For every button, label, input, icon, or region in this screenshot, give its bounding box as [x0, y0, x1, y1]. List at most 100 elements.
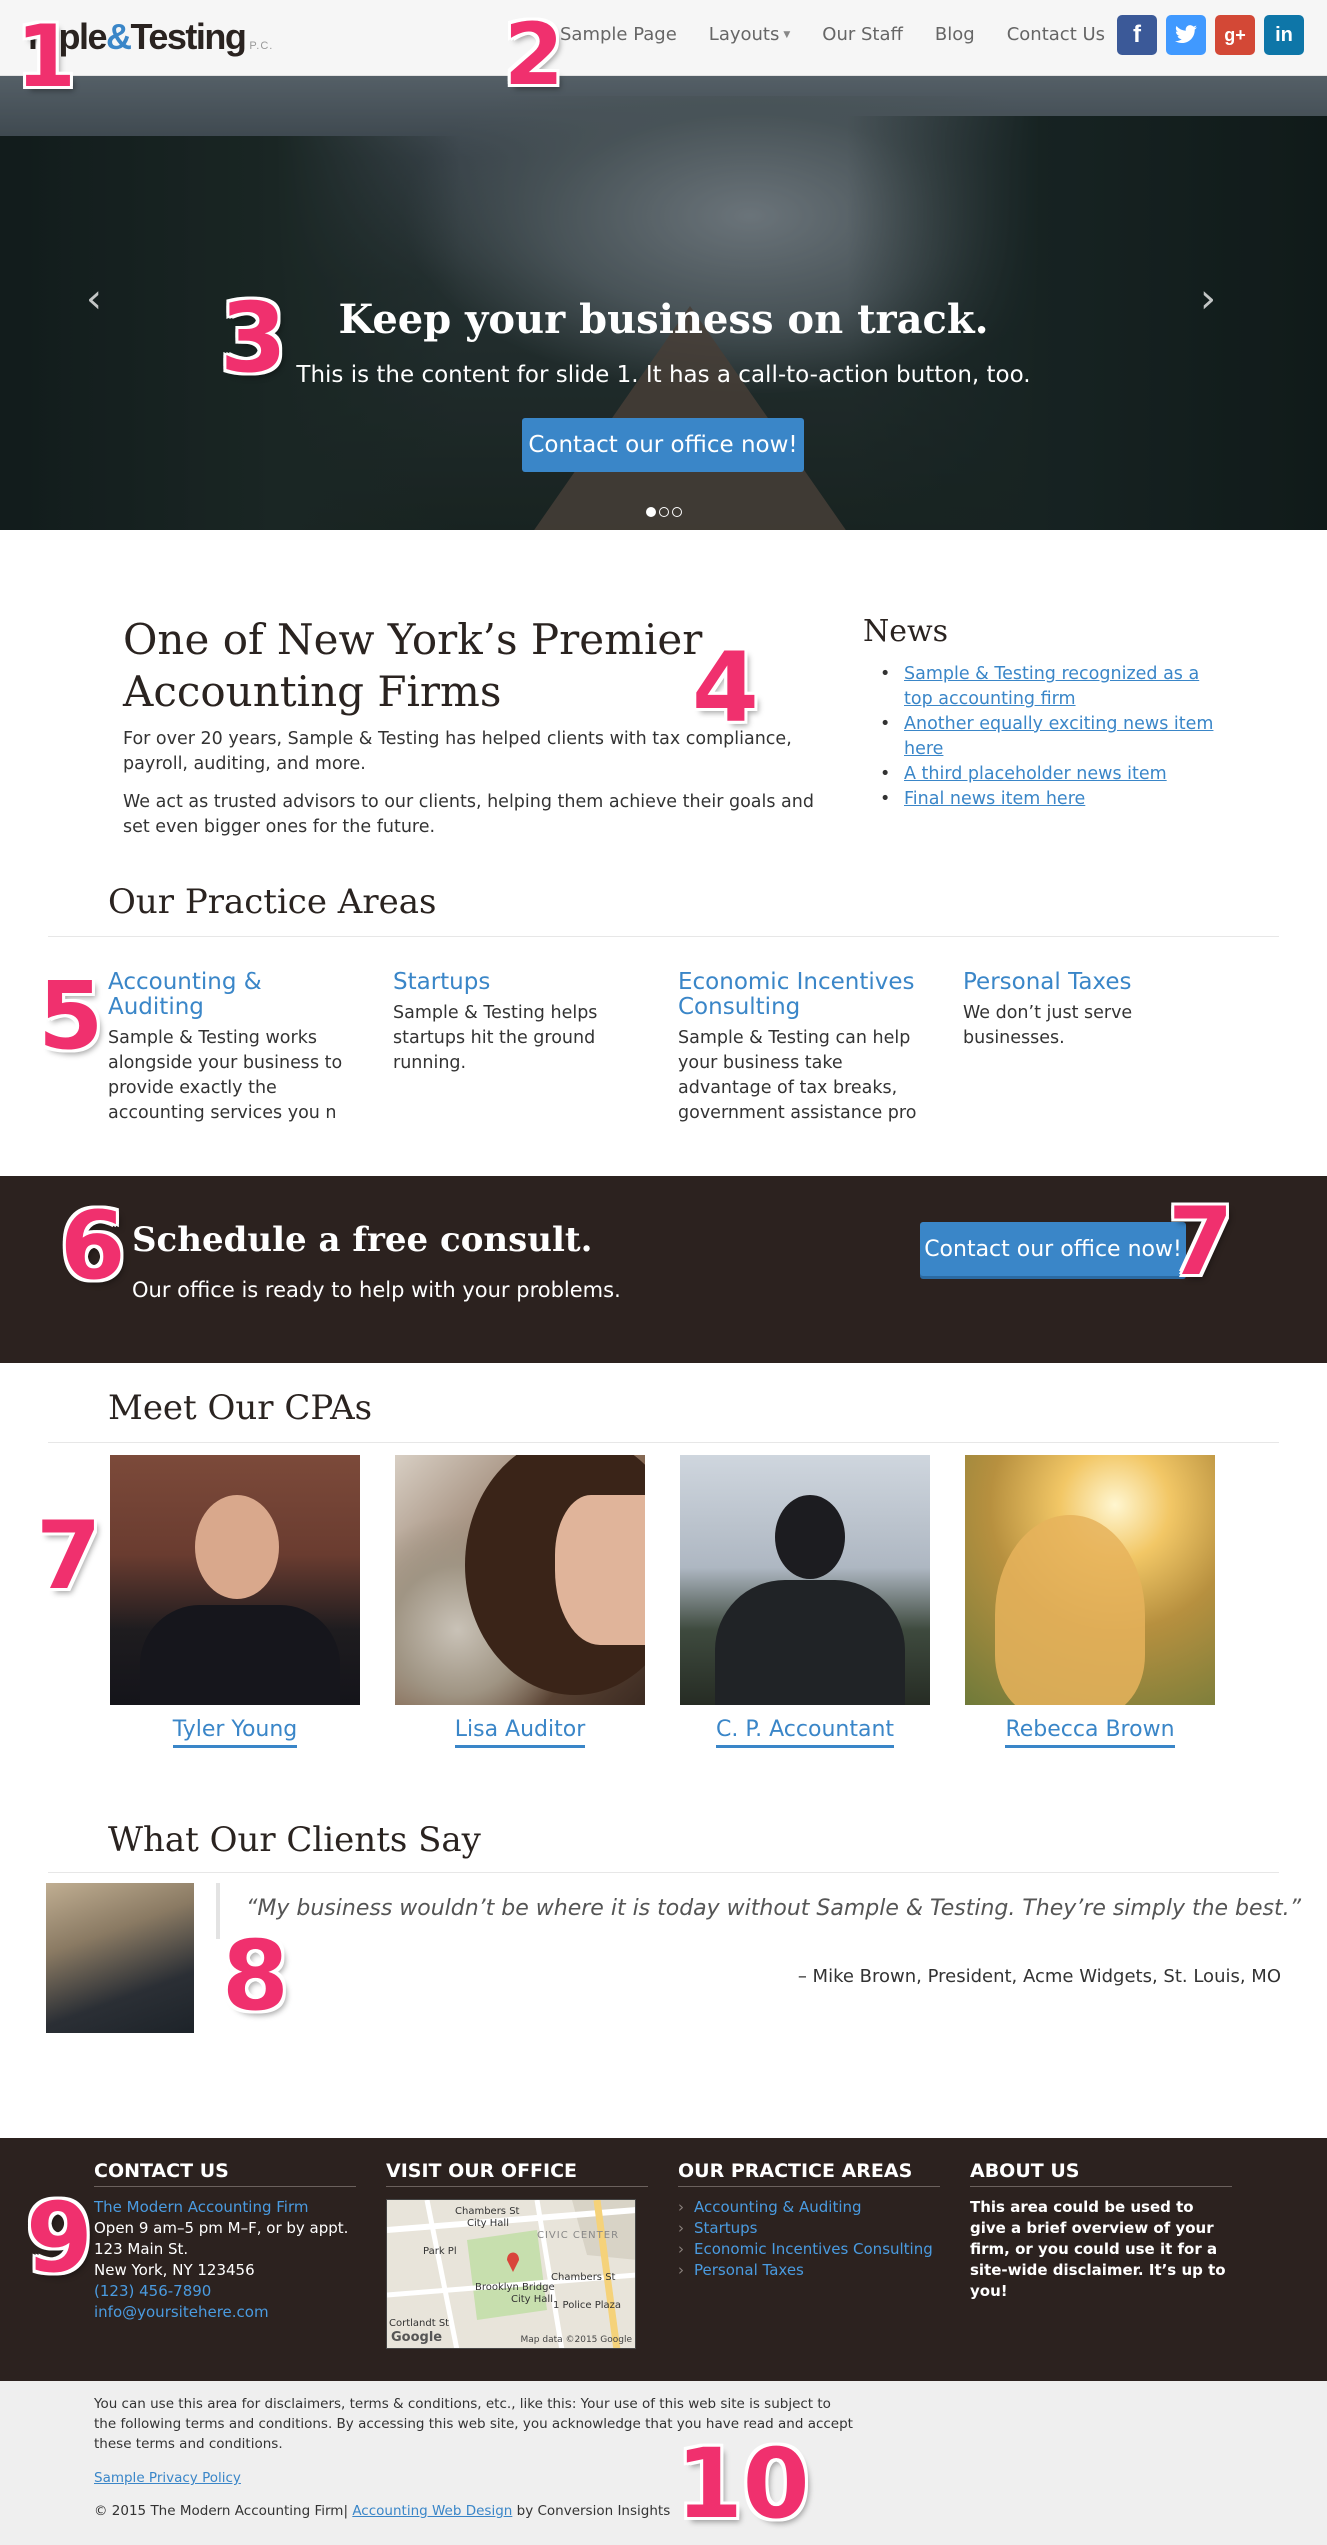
slide-title: Keep your business on track. — [338, 296, 989, 343]
cpa-photo[interactable] — [110, 1455, 360, 1705]
annotation-badge: 3 — [220, 282, 287, 394]
facebook-icon[interactable]: f — [1117, 15, 1157, 55]
map-label: Chambers St — [551, 2272, 616, 2283]
carousel-dot[interactable] — [659, 507, 669, 517]
cpa-name: Lisa Auditor — [454, 1717, 586, 1748]
map-label: CIVIC CENTER — [537, 2230, 620, 2241]
firm-name-link[interactable]: The Modern Accounting Firm — [94, 2197, 356, 2218]
cpa-photo[interactable] — [395, 1455, 645, 1705]
practice-area-title[interactable]: Economic Incentives Consulting — [678, 970, 928, 1020]
map-label: City Hall — [511, 2294, 553, 2305]
practice-areas-title: Our Practice Areas — [108, 882, 437, 922]
cpa-card: Tyler Young — [110, 1455, 360, 1748]
footer-about-text: This area could be used to give a brief … — [970, 2198, 1226, 2300]
cpa-name-link[interactable]: Lisa Auditor — [395, 1717, 645, 1748]
divider — [48, 1442, 1279, 1443]
footer-practice-title: OUR PRACTICE AREAS — [678, 2160, 940, 2187]
footer-practice: OUR PRACTICE AREAS Accounting & Auditing… — [678, 2160, 940, 2281]
google-plus-icon[interactable]: g+ — [1215, 15, 1255, 55]
annotation-badge: 5 — [38, 962, 104, 1071]
cpa-name-link[interactable]: Tyler Young — [110, 1717, 360, 1748]
logo-suffix: P.C. — [249, 40, 274, 52]
nav-blog[interactable]: Blog — [935, 24, 975, 45]
news-link[interactable]: Final news item here — [904, 789, 1085, 809]
city-address: New York, NY 123456 — [94, 2261, 255, 2279]
photo-body — [140, 1605, 340, 1705]
consult-band: Schedule a free consult. Our office is r… — [0, 1176, 1327, 1363]
nav-layouts-dropdown[interactable]: Layouts ▼ — [709, 24, 791, 45]
footer-practice-link[interactable]: Personal Taxes — [678, 2260, 940, 2281]
footer-practice-link[interactable]: Startups — [678, 2218, 940, 2239]
testimonial-quote: “My business wouldn’t be where it is tod… — [246, 1896, 1302, 1921]
annotation-badge: 7 — [1168, 1188, 1234, 1297]
annotation-badge: 2 — [504, 5, 564, 105]
street-address: 123 Main St. — [94, 2240, 189, 2258]
practice-area-title[interactable]: Accounting & Auditing — [108, 970, 362, 1020]
news-title: News — [863, 614, 949, 649]
testimonials-title: What Our Clients Say — [108, 1820, 481, 1860]
footer-practice-link[interactable]: Accounting & Auditing — [678, 2197, 940, 2218]
carousel-dot[interactable] — [672, 507, 682, 517]
practice-area-card: Startups Sample & Testing helps startups… — [393, 970, 643, 1076]
footer-practice-link[interactable]: Economic Incentives Consulting — [678, 2239, 940, 2260]
linkedin-icon[interactable]: in — [1264, 15, 1304, 55]
photo-body — [715, 1580, 905, 1705]
practice-area-title[interactable]: Startups — [393, 970, 643, 995]
privacy-policy-link[interactable]: Sample Privacy Policy — [94, 2470, 241, 2486]
web-design-link[interactable]: Accounting Web Design — [352, 2503, 512, 2519]
map-label: Brooklyn Bridge — [475, 2282, 555, 2293]
email-link[interactable]: info@yoursitehere.com — [94, 2302, 356, 2323]
intro-title: One of New York’s Premier Accounting Fir… — [123, 615, 703, 716]
annotation-badge: 9 — [26, 2182, 93, 2294]
slide-cta-button[interactable]: Contact our office now! — [522, 418, 804, 472]
copyright-text: © 2015 The Modern Accounting Firm| — [94, 2503, 349, 2519]
copyright-credit: by Conversion Insights — [516, 2503, 671, 2519]
annotation-badge: 8 — [222, 1920, 289, 2032]
news-item: Sample & Testing recognized as a top acc… — [878, 662, 1218, 712]
practice-area-text: Sample & Testing can help your business … — [678, 1028, 917, 1123]
photo-face — [195, 1495, 279, 1599]
hero-carousel: ‹ › Keep your business on track. This is… — [0, 76, 1327, 530]
nav-contact-us[interactable]: Contact Us — [1007, 24, 1105, 45]
consult-cta-button[interactable]: Contact our office now! — [920, 1222, 1186, 1276]
quote-bar — [216, 1883, 220, 1939]
map-label: 1 Police Plaza — [553, 2300, 622, 2311]
footer-about-title: ABOUT US — [970, 2160, 1232, 2187]
carousel-indicators — [646, 507, 682, 517]
news-item: Another equally exciting news item here — [878, 712, 1218, 762]
carousel-dot[interactable] — [646, 507, 656, 517]
cpa-name-link[interactable]: Rebecca Brown — [965, 1717, 1215, 1748]
nav-sample-page[interactable]: Sample Page — [560, 24, 677, 45]
phone-link[interactable]: (123) 456-7890 — [94, 2281, 356, 2302]
cpas-title: Meet Our CPAs — [108, 1388, 373, 1428]
site-header: mple&Testing P.C. Sample Page Layouts ▼ Ou… — [0, 0, 1327, 76]
annotation-badge: 6 — [60, 1192, 126, 1301]
nav-our-staff[interactable]: Our Staff — [822, 24, 903, 45]
news-link[interactable]: A third placeholder news item — [904, 764, 1167, 784]
cpa-name-link[interactable]: C. P. Accountant — [680, 1717, 930, 1748]
google-logo: Google — [391, 2330, 443, 2345]
main-nav: Sample Page Layouts ▼ Our Staff Blog Cont… — [560, 24, 1105, 45]
divider — [48, 1872, 1279, 1873]
map-label: Park Pl — [423, 2246, 457, 2257]
cpa-name: Tyler Young — [172, 1717, 298, 1748]
social-links: f g+ in — [1117, 15, 1304, 55]
office-map[interactable]: Chambers St City Hall CIVIC CENTER Park … — [386, 2199, 636, 2349]
testimonial-photo — [46, 1883, 194, 2033]
news-link[interactable]: Another equally exciting news item here — [904, 714, 1213, 759]
news-link[interactable]: Sample & Testing recognized as a top acc… — [904, 664, 1199, 709]
annotation-badge: 4 — [692, 632, 759, 744]
footer-contact: CONTACT US The Modern Accounting Firm Op… — [94, 2160, 356, 2323]
twitter-icon[interactable] — [1166, 15, 1206, 55]
copyright: © 2015 The Modern Accounting Firm| Accou… — [94, 2503, 670, 2519]
consult-title: Schedule a free consult. — [132, 1220, 593, 1260]
practice-area-title[interactable]: Personal Taxes — [963, 970, 1213, 995]
practice-area-text: Sample & Testing works alongside your bu… — [108, 1028, 343, 1123]
annotation-badge: 1 — [16, 7, 76, 107]
slide-text: This is the content for slide 1. It has … — [296, 362, 1031, 388]
photo-hair — [995, 1515, 1145, 1705]
cpa-photo[interactable] — [680, 1455, 930, 1705]
cpa-photo[interactable] — [965, 1455, 1215, 1705]
footer-contact-title: CONTACT US — [94, 2160, 356, 2187]
map-credit: Map data ©2015 Google — [520, 2335, 633, 2345]
